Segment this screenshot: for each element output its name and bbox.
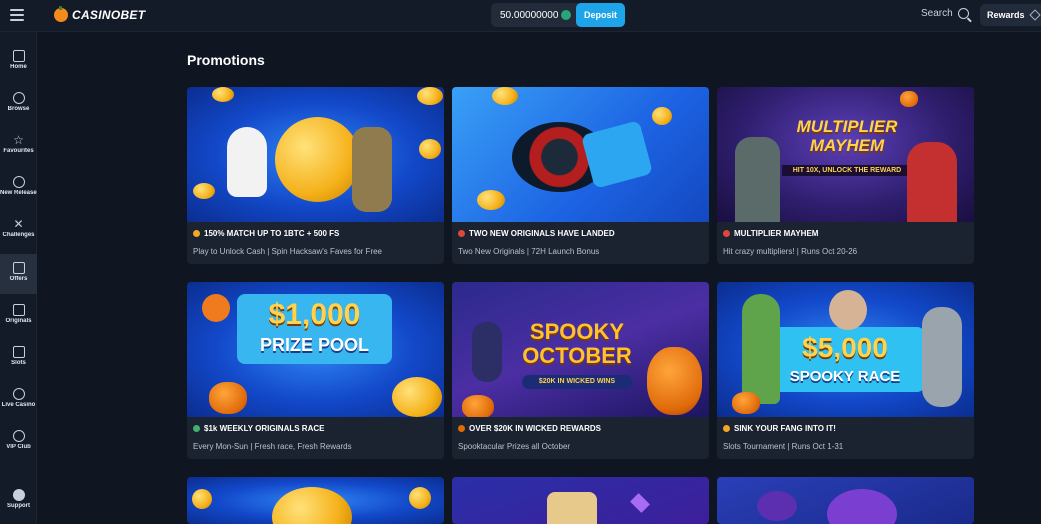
target-icon: [723, 230, 730, 237]
sidebar-item-offers[interactable]: Offers: [0, 254, 37, 294]
star-icon: ☆: [13, 133, 24, 147]
sidebar-item-label: Home: [10, 64, 27, 70]
diamond-icon: [1028, 9, 1041, 21]
sidebar-item-support[interactable]: Support: [0, 481, 37, 521]
promo-subtitle: Every Mon-Sun | Fresh race, Fresh Reward…: [193, 442, 352, 451]
rewards-label: Rewards: [987, 10, 1025, 20]
promo-title: 150% MATCH UP TO 1BTC + 500 FS: [193, 229, 339, 238]
promo-subtitle: Slots Tournament | Runs Oct 1-31: [723, 442, 844, 451]
rewards-button[interactable]: Rewards: [980, 4, 1041, 26]
page-title: Promotions: [187, 52, 265, 68]
sidebar-item-label: New Releases: [0, 190, 37, 196]
banner-subheadline: PRIZE POOL: [259, 335, 369, 355]
banner-subheadline: $20K IN WICKED WINS: [522, 375, 632, 389]
currency-icon: [561, 10, 571, 20]
fire-icon: [193, 230, 200, 237]
trophy-icon: [723, 425, 730, 432]
vip-icon: [12, 430, 25, 442]
sidebar-item-label: Support: [7, 503, 30, 509]
top-bar: CASINOBET 50.00000000 Deposit Search Rew…: [0, 0, 1041, 32]
promo-banner-image: [452, 477, 709, 524]
promo-card[interactable]: [717, 477, 974, 524]
promo-banner-image: [452, 87, 709, 222]
promo-card[interactable]: MULTIPLIER MAYHEM HIT 10X, UNLOCK THE RE…: [717, 87, 974, 264]
search-label: Search: [921, 8, 953, 19]
banner-headline: SPOOKY OCTOBER: [522, 319, 632, 368]
banner-headline: MULTIPLIER MAYHEM: [796, 117, 898, 155]
sidebar-item-label: Favourites: [3, 148, 34, 154]
help-icon: [12, 489, 25, 501]
promo-title: $1k WEEKLY ORIGINALS RACE: [193, 424, 324, 433]
promo-banner-image: [187, 87, 444, 222]
banner-headline: $1,000: [268, 298, 361, 331]
promo-banner-image: $5,000 SPOOKY RACE: [717, 282, 974, 417]
brand-name: CASINOBET: [72, 8, 146, 22]
pumpkin-logo-icon: [54, 6, 68, 22]
sidebar-item-label: Slots: [11, 360, 26, 366]
promo-banner-image: [717, 477, 974, 524]
sidebar-item-home[interactable]: Home: [0, 42, 37, 82]
promo-subtitle: Play to Unlock Cash | Spin Hacksaw's Fav…: [193, 247, 383, 256]
promo-card[interactable]: [452, 477, 709, 524]
promo-card[interactable]: $1,000 PRIZE POOL $1k WEEKLY ORIGINALS R…: [187, 282, 444, 459]
balance-value: 50.00000000: [500, 9, 559, 21]
promo-banner-image: $1,000 PRIZE POOL: [187, 282, 444, 417]
menu-icon[interactable]: [10, 9, 24, 23]
promo-subtitle: Spooktacular Prizes all October: [458, 442, 571, 451]
promo-subtitle: Hit crazy multipliers! | Runs Oct 20-26: [723, 247, 858, 256]
promo-banner-image: [187, 477, 444, 524]
promo-title: OVER $20K IN WICKED REWARDS: [458, 424, 601, 433]
promo-banner-image: SPOOKY OCTOBER $20K IN WICKED WINS: [452, 282, 709, 417]
slots-icon: [12, 346, 25, 358]
sidebar-item-label: Live Casino: [1, 402, 36, 408]
sidebar-item-label: Browse: [7, 106, 30, 112]
promo-subtitle: Two New Originals | 72H Launch Bonus: [458, 247, 600, 256]
sidebar-item-vip-club[interactable]: VIP Club: [0, 422, 37, 462]
promo-card[interactable]: TWO NEW ORIGINALS HAVE LANDED Two New Or…: [452, 87, 709, 264]
banner-headline: $5,000: [802, 332, 888, 363]
search-button[interactable]: Search: [921, 8, 969, 19]
sidebar-item-originals[interactable]: Originals: [0, 296, 37, 336]
sidebar: Home Browse ☆ Favourites New Releases ✕ …: [0, 32, 37, 524]
promo-card[interactable]: 150% MATCH UP TO 1BTC + 500 FS Play to U…: [187, 87, 444, 264]
gift-icon: [12, 262, 25, 274]
sidebar-item-label: Originals: [5, 318, 32, 324]
promo-card[interactable]: [187, 477, 444, 524]
sidebar-item-label: Challenges: [2, 232, 35, 238]
live-casino-icon: [12, 388, 25, 400]
compass-icon: [12, 92, 25, 104]
sidebar-item-browse[interactable]: Browse: [0, 84, 37, 124]
money-icon: [193, 425, 200, 432]
sidebar-item-label: Offers: [9, 276, 28, 282]
swords-icon: ✕: [13, 217, 24, 231]
sidebar-item-slots[interactable]: Slots: [0, 338, 37, 378]
pumpkin-icon: [458, 425, 465, 432]
new-releases-icon: [12, 176, 25, 188]
promo-card[interactable]: SPOOKY OCTOBER $20K IN WICKED WINS OVER …: [452, 282, 709, 459]
banner-subheadline: SPOOKY RACE: [789, 368, 901, 385]
originals-icon: [12, 304, 25, 316]
promo-banner-image: MULTIPLIER MAYHEM HIT 10X, UNLOCK THE RE…: [717, 87, 974, 222]
promo-card[interactable]: $5,000 SPOOKY RACE SINK YOUR FANG INTO I…: [717, 282, 974, 459]
promo-title: MULTIPLIER MAYHEM: [723, 229, 818, 238]
sidebar-item-challenges[interactable]: ✕ Challenges: [0, 210, 37, 250]
sidebar-item-new-releases[interactable]: New Releases: [0, 168, 37, 208]
new-dot-icon: [458, 230, 465, 237]
sidebar-item-live-casino[interactable]: Live Casino: [0, 380, 37, 420]
banner-subheadline: HIT 10X, UNLOCK THE REWARD: [782, 165, 912, 176]
brand-logo[interactable]: CASINOBET: [54, 6, 146, 22]
promo-title: SINK YOUR FANG INTO IT!: [723, 424, 836, 433]
sidebar-item-favourites[interactable]: ☆ Favourites: [0, 126, 37, 166]
search-icon: [957, 8, 969, 19]
deposit-button[interactable]: Deposit: [576, 3, 625, 27]
sidebar-item-label: VIP Club: [6, 444, 31, 450]
wallet-balance[interactable]: 50.00000000 Deposit: [491, 3, 625, 27]
home-icon: [12, 50, 25, 62]
promo-title: TWO NEW ORIGINALS HAVE LANDED: [458, 229, 615, 238]
